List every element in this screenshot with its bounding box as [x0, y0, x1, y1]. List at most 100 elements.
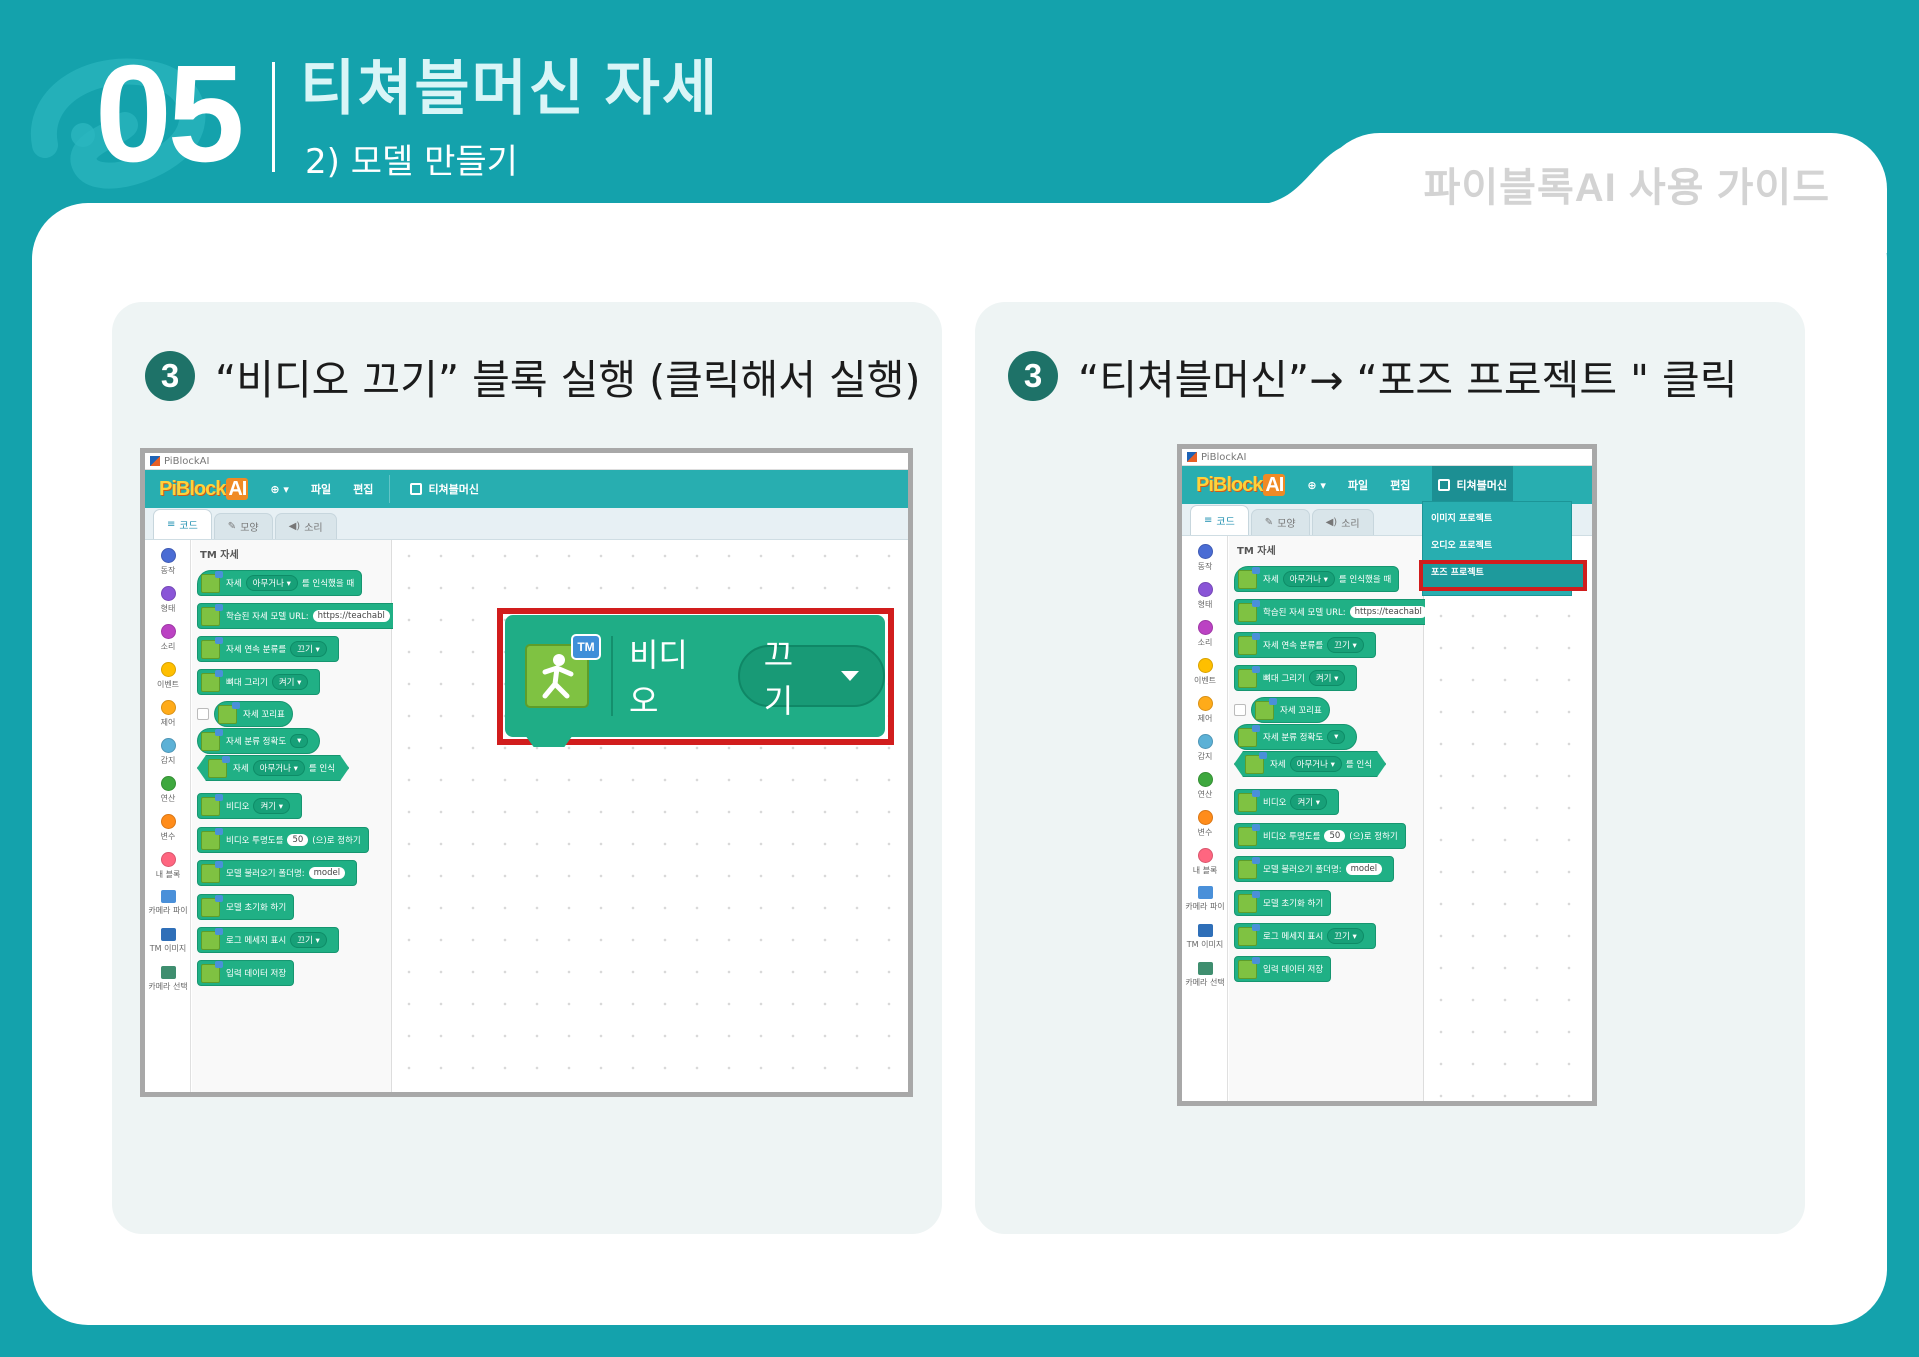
language-globe-icon[interactable]: ⊕ ▾ [1307, 479, 1326, 492]
tab-code[interactable]: ≡ 코드 [1190, 505, 1249, 535]
category-motion[interactable]: 동작 [145, 548, 191, 576]
tab-costumes[interactable]: ✎ 모양 [213, 513, 273, 539]
pose-person-icon: TM [525, 634, 601, 708]
video-state-dropdown[interactable]: 끄기 [737, 636, 885, 720]
accuracy-dropdown[interactable]: ▾ [290, 734, 309, 748]
language-globe-icon[interactable]: ⊕ ▾ [270, 483, 289, 496]
category-control[interactable]: 제어 [1182, 696, 1228, 724]
menu-item-pose-project[interactable]: 포즈 프로젝트 [1419, 560, 1587, 591]
category-camera-pi[interactable]: 카메라 파이 [1182, 886, 1228, 912]
accuracy-dropdown[interactable]: ▾ [1327, 730, 1346, 744]
category-motion[interactable]: 동작 [1182, 544, 1228, 572]
toggle-dropdown[interactable]: 켜기 ▾ [1308, 670, 1346, 686]
category-label: 감지 [160, 756, 176, 765]
block-save-input[interactable]: 입력 데이터 저장 [1234, 956, 1332, 982]
block-draw-skeleton[interactable]: 뼈대 그리기 켜기 ▾ [197, 669, 321, 695]
block-pose-accuracy[interactable]: 자세 분류 정확도 ▾ [1234, 724, 1358, 750]
transparency-input[interactable]: 50 [1324, 830, 1346, 842]
pose-dropdown[interactable]: 아무거나 ▾ [245, 575, 298, 591]
menu-teachable-machine[interactable]: 티쳐블머신 [1432, 466, 1514, 504]
brand-logo[interactable]: PiBlock AI [159, 477, 249, 501]
block-pose-label[interactable]: 자세 꼬리표 [1251, 697, 1330, 723]
category-looks[interactable]: 형태 [1182, 582, 1228, 610]
transparency-input[interactable]: 50 [287, 834, 309, 846]
category-sound[interactable]: 소리 [145, 624, 191, 652]
block-when-pose-detected[interactable]: 자세 아무거나 ▾ 를 인식했을 때 [1234, 566, 1400, 592]
video-dropdown[interactable]: 켜기 ▾ [253, 798, 291, 814]
menu-edit[interactable]: 편집 [1390, 477, 1410, 493]
category-variables[interactable]: 변수 [1182, 810, 1228, 838]
block-video-toggle[interactable]: 비디오 켜기 ▾ [1234, 789, 1340, 815]
block-when-pose-detected[interactable]: 자세 아무거나 ▾ 를 인식했을 때 [197, 570, 363, 596]
category-camera-select[interactable]: 카메라 선택 [145, 966, 191, 992]
block-continuous-classify[interactable]: 자세 연속 분류를 끄기 ▾ [197, 636, 339, 662]
menu-edit[interactable]: 편집 [353, 481, 373, 497]
category-events[interactable]: 이벤트 [1182, 658, 1228, 686]
category-tm-image[interactable]: TM 이미지 [145, 928, 191, 954]
block-pose-detected[interactable]: 자세 아무거나 ▾ 를 인식 [1234, 751, 1386, 777]
category-tm-image[interactable]: TM 이미지 [1182, 924, 1228, 950]
menu-teachable-machine[interactable]: 티쳐블머신 [404, 470, 485, 508]
block-pose-accuracy[interactable]: 자세 분류 정확도 ▾ [197, 728, 321, 754]
block-pose-detected[interactable]: 자세 아무거나 ▾ 를 인식 [197, 755, 349, 781]
category-sound[interactable]: 소리 [1182, 620, 1228, 648]
category-dot-icon [1197, 848, 1213, 863]
category-control[interactable]: 제어 [145, 700, 191, 728]
tab-code[interactable]: ≡ 코드 [153, 509, 212, 539]
video-dropdown[interactable]: 켜기 ▾ [1290, 794, 1328, 810]
toggle-dropdown[interactable]: 켜기 ▾ [271, 674, 309, 690]
menu-item-image-project[interactable]: 이미지 프로젝트 [1423, 506, 1571, 533]
tab-costumes[interactable]: ✎ 모양 [1250, 509, 1310, 535]
block-video-transparency[interactable]: 비디오 투명도를 50 (으)로 정하기 [197, 827, 369, 853]
category-operators[interactable]: 연산 [145, 776, 191, 804]
url-input[interactable]: https://teachabl [312, 610, 390, 622]
reporter-checkbox[interactable] [197, 708, 209, 720]
toggle-dropdown[interactable]: 끄기 ▾ [290, 641, 327, 657]
block-save-input[interactable]: 입력 데이터 저장 [197, 960, 295, 986]
block-pose-label[interactable]: 자세 꼬리표 [214, 701, 293, 727]
category-operators[interactable]: 연산 [1182, 772, 1228, 800]
block-video-transparency[interactable]: 비디오 투명도를 50 (으)로 정하기 [1234, 823, 1406, 849]
block-continuous-classify[interactable]: 자세 연속 분류를 끄기 ▾ [1234, 632, 1376, 658]
category-my-blocks[interactable]: 내 블록 [145, 852, 191, 880]
toggle-dropdown[interactable]: 끄기 ▾ [1327, 928, 1364, 944]
tab-sounds[interactable]: ◀) 소리 [1311, 509, 1374, 535]
folder-input[interactable]: model [308, 867, 346, 879]
url-input[interactable]: https://teachabl [1349, 606, 1427, 618]
folder-input[interactable]: model [1345, 863, 1383, 875]
reporter-checkbox[interactable] [1234, 704, 1246, 716]
category-camera-select[interactable]: 카메라 선택 [1182, 962, 1228, 988]
category-label: 내 블록 [1192, 866, 1218, 875]
dropdown-value: 끄기 [763, 636, 794, 720]
category-camera-pi[interactable]: 카메라 파이 [145, 890, 191, 916]
pose-dropdown[interactable]: 아무거나 ▾ [253, 760, 305, 776]
brand-logo[interactable]: PiBlock AI [1196, 473, 1286, 497]
block-log-message[interactable]: 로그 메세지 표시 끄기 ▾ [197, 927, 339, 953]
block-reset-model[interactable]: 모델 초기화 하기 [1234, 890, 1332, 916]
pose-dropdown[interactable]: 아무거나 ▾ [1290, 756, 1342, 772]
block-log-message[interactable]: 로그 메세지 표시 끄기 ▾ [1234, 923, 1376, 949]
block-load-model[interactable]: 모델 불러오기 폴더명: model [1234, 856, 1395, 882]
block-model-url[interactable]: 학습된 자세 모델 URL: https://teachabl [197, 603, 402, 629]
menu-item-audio-project[interactable]: 오디오 프로젝트 [1423, 533, 1571, 560]
tab-sounds[interactable]: ◀) 소리 [274, 513, 337, 539]
block-load-model[interactable]: 모델 불러오기 폴더명: model [197, 860, 358, 886]
block-reset-model[interactable]: 모델 초기화 하기 [197, 894, 295, 920]
block-video-toggle[interactable]: 비디오 켜기 ▾ [197, 793, 303, 819]
toggle-dropdown[interactable]: 끄기 ▾ [290, 932, 327, 948]
category-looks[interactable]: 형태 [145, 586, 191, 614]
category-events[interactable]: 이벤트 [145, 662, 191, 690]
category-variables[interactable]: 변수 [145, 814, 191, 842]
category-sensing[interactable]: 감지 [1182, 734, 1228, 762]
toggle-dropdown[interactable]: 끄기 ▾ [1327, 637, 1364, 653]
menu-file[interactable]: 파일 [311, 481, 331, 497]
block-draw-skeleton[interactable]: 뼈대 그리기 켜기 ▾ [1234, 665, 1358, 691]
block-model-url[interactable]: 학습된 자세 모델 URL: https://teachabl [1234, 599, 1439, 625]
video-off-block[interactable]: TM 비디오 끄기 [505, 615, 885, 747]
pose-dropdown[interactable]: 아무거나 ▾ [1282, 571, 1335, 587]
category-sensing[interactable]: 감지 [145, 738, 191, 766]
menu-file[interactable]: 파일 [1348, 477, 1368, 493]
script-workspace[interactable] [1425, 536, 1592, 1101]
category-dot-icon [160, 624, 176, 639]
category-my-blocks[interactable]: 내 블록 [1182, 848, 1228, 876]
